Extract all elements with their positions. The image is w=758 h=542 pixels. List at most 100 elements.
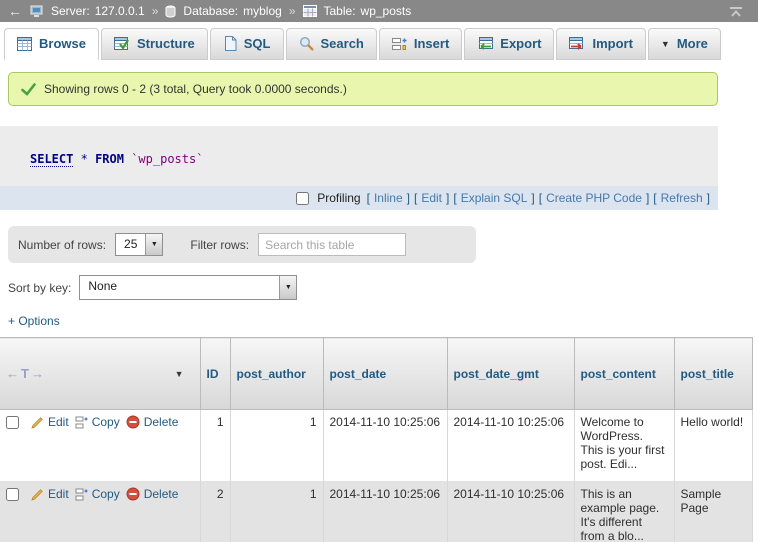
copy-row-link[interactable]: Copy bbox=[75, 415, 120, 429]
column-header-post-date[interactable]: post_date bbox=[323, 338, 447, 410]
pencil-icon bbox=[31, 488, 44, 501]
tab-search[interactable]: Search bbox=[286, 28, 377, 60]
actions-header-cell: ← T → ▼ bbox=[0, 338, 200, 410]
sort-by-key-select[interactable]: None ▼ bbox=[79, 275, 297, 300]
edit-query-link[interactable]: Edit bbox=[421, 191, 442, 205]
column-header-post-date-gmt[interactable]: post_date_gmt bbox=[447, 338, 574, 410]
profiling-checkbox[interactable] bbox=[296, 192, 309, 205]
profiling-label[interactable]: Profiling bbox=[317, 191, 360, 205]
row-select-checkbox[interactable] bbox=[6, 416, 19, 429]
delete-label: Delete bbox=[144, 415, 179, 429]
breadcrumb: Server: 127.0.0.1 » Database: myblog » T… bbox=[30, 4, 728, 18]
breadcrumb-database-value[interactable]: myblog bbox=[243, 4, 282, 18]
table-icon bbox=[303, 5, 317, 17]
tab-label: Structure bbox=[137, 36, 195, 51]
breadcrumb-separator: » bbox=[152, 4, 159, 18]
success-check-icon bbox=[21, 83, 36, 96]
column-header-post-content[interactable]: post_content bbox=[574, 338, 674, 410]
database-icon bbox=[165, 5, 176, 18]
tab-label: Import bbox=[592, 36, 632, 51]
delete-row-link[interactable]: Delete bbox=[126, 415, 179, 429]
select-arrow-icon: ▼ bbox=[145, 234, 162, 255]
breadcrumb-table-label[interactable]: Table: bbox=[324, 4, 356, 18]
breadcrumb-table-value[interactable]: wp_posts bbox=[361, 4, 412, 18]
bracket: [ bbox=[653, 191, 656, 205]
tab-label: Browse bbox=[39, 36, 86, 51]
refresh-link[interactable]: Refresh bbox=[661, 191, 703, 205]
create-php-code-link[interactable]: Create PHP Code bbox=[546, 191, 642, 205]
number-of-rows-label: Number of rows: bbox=[18, 238, 106, 252]
column-header-id[interactable]: ID bbox=[200, 338, 230, 410]
tab-label: More bbox=[677, 36, 708, 51]
edit-label: Edit bbox=[48, 415, 69, 429]
number-of-rows-value: 25 bbox=[116, 234, 145, 255]
results-table: ← T → ▼ ID post_author post_date post_da… bbox=[0, 337, 753, 542]
bracket: [ bbox=[539, 191, 542, 205]
browse-table-icon bbox=[17, 37, 32, 51]
filter-rows-label: Filter rows: bbox=[190, 238, 249, 252]
copy-label: Copy bbox=[92, 415, 120, 429]
sql-keyword-select[interactable]: SELECT bbox=[30, 152, 73, 167]
copy-row-link[interactable]: Copy bbox=[75, 487, 120, 501]
cell-id: 2 bbox=[200, 482, 230, 542]
sort-row: Sort by key: None ▼ bbox=[8, 275, 758, 300]
cell-post-content: This is an example page. It's different … bbox=[574, 482, 674, 542]
tab-bar: Browse Structure SQL Search Insert Expor… bbox=[0, 22, 758, 60]
tab-import[interactable]: Import bbox=[556, 28, 645, 60]
bracket: ] bbox=[646, 191, 649, 205]
table-row: Edit Copy Delete 2 1 2014-11-10 10:25:06… bbox=[0, 482, 752, 542]
back-arrow-icon[interactable]: ← bbox=[0, 3, 30, 19]
bracket: ] bbox=[446, 191, 449, 205]
number-of-rows-select[interactable]: 25 ▼ bbox=[115, 233, 163, 256]
tab-sql[interactable]: SQL bbox=[210, 28, 284, 60]
explain-sql-link[interactable]: Explain SQL bbox=[461, 191, 528, 205]
table-row: Edit Copy Delete 1 1 2014-11-10 10:25:06… bbox=[0, 410, 752, 482]
insert-icon bbox=[392, 37, 407, 51]
collapse-console-icon[interactable] bbox=[728, 5, 744, 18]
chevron-down-icon: ▼ bbox=[661, 39, 670, 49]
copy-icon bbox=[75, 488, 88, 501]
sort-by-key-value: None bbox=[80, 276, 125, 299]
column-marker-icon: T bbox=[21, 366, 29, 381]
row-options-strip: Number of rows: 25 ▼ Filter rows: bbox=[8, 226, 476, 263]
delete-icon bbox=[126, 487, 140, 501]
pencil-icon bbox=[31, 416, 44, 429]
query-box: SELECT * FROM `wp_posts` Profiling [ Inl… bbox=[0, 126, 718, 210]
inline-link[interactable]: Inline bbox=[374, 191, 403, 205]
delete-row-link[interactable]: Delete bbox=[126, 487, 179, 501]
delete-icon bbox=[126, 415, 140, 429]
move-column-left-icon[interactable]: ← bbox=[6, 366, 19, 381]
with-selected-dropdown-icon[interactable]: ▼ bbox=[175, 369, 184, 379]
options-toggle-link[interactable]: + Options bbox=[8, 314, 60, 328]
sql-page-icon bbox=[223, 36, 237, 51]
tab-structure[interactable]: Structure bbox=[101, 28, 208, 60]
breadcrumb-database-label[interactable]: Database: bbox=[183, 4, 238, 18]
breadcrumb-server-label[interactable]: Server: bbox=[51, 4, 90, 18]
copy-label: Copy bbox=[92, 487, 120, 501]
column-header-post-title[interactable]: post_title bbox=[674, 338, 752, 410]
edit-row-link[interactable]: Edit bbox=[31, 415, 69, 429]
breadcrumb-server-value[interactable]: 127.0.0.1 bbox=[95, 4, 145, 18]
move-column-right-icon[interactable]: → bbox=[31, 366, 44, 381]
row-select-checkbox[interactable] bbox=[6, 488, 19, 501]
copy-icon bbox=[75, 416, 88, 429]
delete-label: Delete bbox=[144, 487, 179, 501]
bracket: ] bbox=[407, 191, 410, 205]
bracket: [ bbox=[453, 191, 456, 205]
filter-rows-input[interactable] bbox=[258, 233, 406, 256]
bracket: [ bbox=[414, 191, 417, 205]
edit-row-link[interactable]: Edit bbox=[31, 487, 69, 501]
cell-post-title: Sample Page bbox=[674, 482, 752, 542]
bracket: ] bbox=[531, 191, 534, 205]
cell-post-date-gmt: 2014-11-10 10:25:06 bbox=[447, 482, 574, 542]
tab-insert[interactable]: Insert bbox=[379, 28, 462, 60]
column-header-post-author[interactable]: post_author bbox=[230, 338, 323, 410]
bracket: [ bbox=[367, 191, 370, 205]
breadcrumb-bar: ← Server: 127.0.0.1 » Database: myblog »… bbox=[0, 0, 758, 22]
tab-browse[interactable]: Browse bbox=[4, 28, 99, 60]
tab-label: Export bbox=[500, 36, 541, 51]
tab-export[interactable]: Export bbox=[464, 28, 554, 60]
tab-more[interactable]: ▼ More bbox=[648, 28, 721, 60]
table-header-row: ← T → ▼ ID post_author post_date post_da… bbox=[0, 338, 752, 410]
structure-icon bbox=[114, 37, 130, 51]
